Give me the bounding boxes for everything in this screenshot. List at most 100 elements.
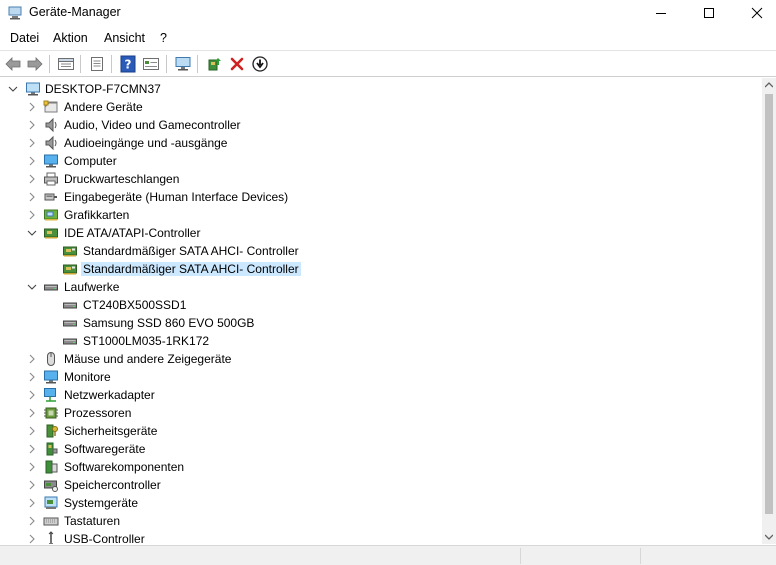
toolbar-separator — [49, 55, 50, 73]
minimize-button[interactable] — [638, 0, 684, 26]
menu-datei[interactable]: Datei — [10, 31, 39, 45]
tree-device[interactable]: ST1000LM035-1RK172 — [0, 332, 762, 350]
tree-category[interactable]: Laufwerke — [0, 278, 762, 296]
tree-item-label: Laufwerke — [64, 280, 120, 294]
menu-ansicht[interactable]: Ansicht — [104, 31, 145, 45]
expand-chevron-icon[interactable] — [26, 389, 38, 401]
tree-category[interactable]: IDE ATA/ATAPI-Controller — [0, 224, 762, 242]
tree-category[interactable]: Monitore — [0, 368, 762, 386]
maximize-button[interactable] — [686, 0, 732, 26]
tree-category[interactable]: Druckwarteschlangen — [0, 170, 762, 188]
tree-category[interactable]: Softwaregeräte — [0, 440, 762, 458]
expand-chevron-icon[interactable] — [26, 209, 38, 221]
tree-device[interactable]: Samsung SSD 860 EVO 500GB — [0, 314, 762, 332]
tree-item-label: Computer — [64, 154, 117, 168]
tree-device[interactable]: CT240BX500SSD1 — [0, 296, 762, 314]
view-button[interactable] — [141, 54, 161, 74]
uninstall-button[interactable] — [227, 54, 247, 74]
toolbar-separator — [197, 55, 198, 73]
toolbar-separator — [166, 55, 167, 73]
tree-item-label: Druckwarteschlangen — [64, 172, 180, 186]
toolbar: ? — [0, 51, 776, 77]
tree-item-label: Systemgeräte — [64, 496, 139, 510]
expand-chevron-icon[interactable] — [26, 137, 38, 149]
tree-category[interactable]: Grafikkarten — [0, 206, 762, 224]
close-icon — [751, 7, 763, 19]
vertical-scrollbar[interactable] — [762, 78, 776, 544]
svg-text:?: ? — [125, 58, 132, 72]
disable-device-button[interactable] — [250, 54, 270, 74]
keyboard-icon — [43, 513, 59, 529]
update-driver-icon — [208, 58, 221, 71]
update-driver-button[interactable] — [204, 54, 224, 74]
tree-category[interactable]: Andere Geräte — [0, 98, 762, 116]
back-button[interactable] — [3, 54, 23, 74]
tree-category[interactable]: Speichercontroller — [0, 476, 762, 494]
scroll-thumb[interactable] — [765, 94, 773, 514]
printer-icon — [43, 171, 59, 187]
tree-item-label: Andere Geräte — [64, 100, 143, 114]
collapse-chevron-icon[interactable] — [7, 83, 19, 95]
properties-page-button[interactable] — [87, 54, 107, 74]
display-adapter-icon — [43, 207, 59, 223]
tree-category[interactable]: Prozessoren — [0, 404, 762, 422]
expand-chevron-icon[interactable] — [26, 443, 38, 455]
toolbar-separator — [111, 55, 112, 73]
menu-help[interactable]: ? — [160, 31, 167, 45]
tree-category[interactable]: Systemgeräte — [0, 494, 762, 512]
tree-item-label: IDE ATA/ATAPI-Controller — [64, 226, 201, 240]
expand-chevron-icon[interactable] — [26, 353, 38, 365]
tree-item-label: Samsung SSD 860 EVO 500GB — [83, 316, 255, 330]
expand-chevron-icon[interactable] — [26, 461, 38, 473]
scroll-down-button[interactable] — [762, 530, 776, 544]
device-tree: DESKTOP-F7CMN37 Andere Geräte Audio, Video… — [0, 78, 762, 544]
expand-chevron-icon[interactable] — [26, 515, 38, 527]
tree-device[interactable]: Standardmäßiger SATA AHCI- Controller — [0, 260, 762, 278]
properties-button[interactable] — [56, 54, 76, 74]
forward-icon — [27, 57, 43, 71]
expand-chevron-icon[interactable] — [26, 191, 38, 203]
expand-chevron-icon[interactable] — [26, 119, 38, 131]
security-device-icon — [43, 423, 59, 439]
tree-item-label: Audioeingänge und -ausgänge — [64, 136, 228, 150]
tree-category[interactable]: Eingabegeräte (Human Interface Devices) — [0, 188, 762, 206]
expand-chevron-icon[interactable] — [26, 479, 38, 491]
forward-button[interactable] — [25, 54, 45, 74]
status-pane — [520, 548, 640, 564]
disable-device-icon — [252, 56, 268, 72]
tree-item-label: Mäuse und andere Zeigegeräte — [64, 352, 232, 366]
expand-chevron-icon[interactable] — [26, 497, 38, 509]
window-title: Geräte-Manager — [29, 5, 121, 19]
tree-category[interactable]: USB-Controller — [0, 530, 762, 544]
expand-chevron-icon[interactable] — [26, 173, 38, 185]
scroll-up-button[interactable] — [762, 78, 776, 92]
expand-chevron-icon[interactable] — [26, 533, 38, 544]
tree-item-label: Sicherheitsgeräte — [64, 424, 158, 438]
scan-hardware-button[interactable] — [173, 54, 193, 74]
tree-category[interactable]: Mäuse und andere Zeigegeräte — [0, 350, 762, 368]
speaker-icon — [43, 117, 59, 133]
tree-category[interactable]: Audio, Video und Gamecontroller — [0, 116, 762, 134]
expand-chevron-icon[interactable] — [26, 425, 38, 437]
close-button[interactable] — [734, 0, 776, 26]
menu-aktion[interactable]: Aktion — [53, 31, 88, 45]
help-button[interactable]: ? — [118, 54, 138, 74]
uninstall-icon — [230, 57, 244, 71]
collapse-chevron-icon[interactable] — [26, 281, 38, 293]
tree-category[interactable]: Softwarekomponenten — [0, 458, 762, 476]
expand-chevron-icon[interactable] — [26, 407, 38, 419]
tree-category[interactable]: Audioeingänge und -ausgänge — [0, 134, 762, 152]
tree-category[interactable]: Computer — [0, 152, 762, 170]
tree-category[interactable]: Tastaturen — [0, 512, 762, 530]
tree-item-label: DESKTOP-F7CMN37 — [45, 82, 161, 96]
properties-icon — [58, 58, 74, 70]
tree-item-label: Netzwerkadapter — [64, 388, 155, 402]
tree-category[interactable]: Sicherheitsgeräte — [0, 422, 762, 440]
tree-category[interactable]: Netzwerkadapter — [0, 386, 762, 404]
expand-chevron-icon[interactable] — [26, 371, 38, 383]
tree-root[interactable]: DESKTOP-F7CMN37 — [0, 80, 762, 98]
collapse-chevron-icon[interactable] — [26, 227, 38, 239]
tree-device[interactable]: Standardmäßiger SATA AHCI- Controller — [0, 242, 762, 260]
expand-chevron-icon[interactable] — [26, 101, 38, 113]
expand-chevron-icon[interactable] — [26, 155, 38, 167]
